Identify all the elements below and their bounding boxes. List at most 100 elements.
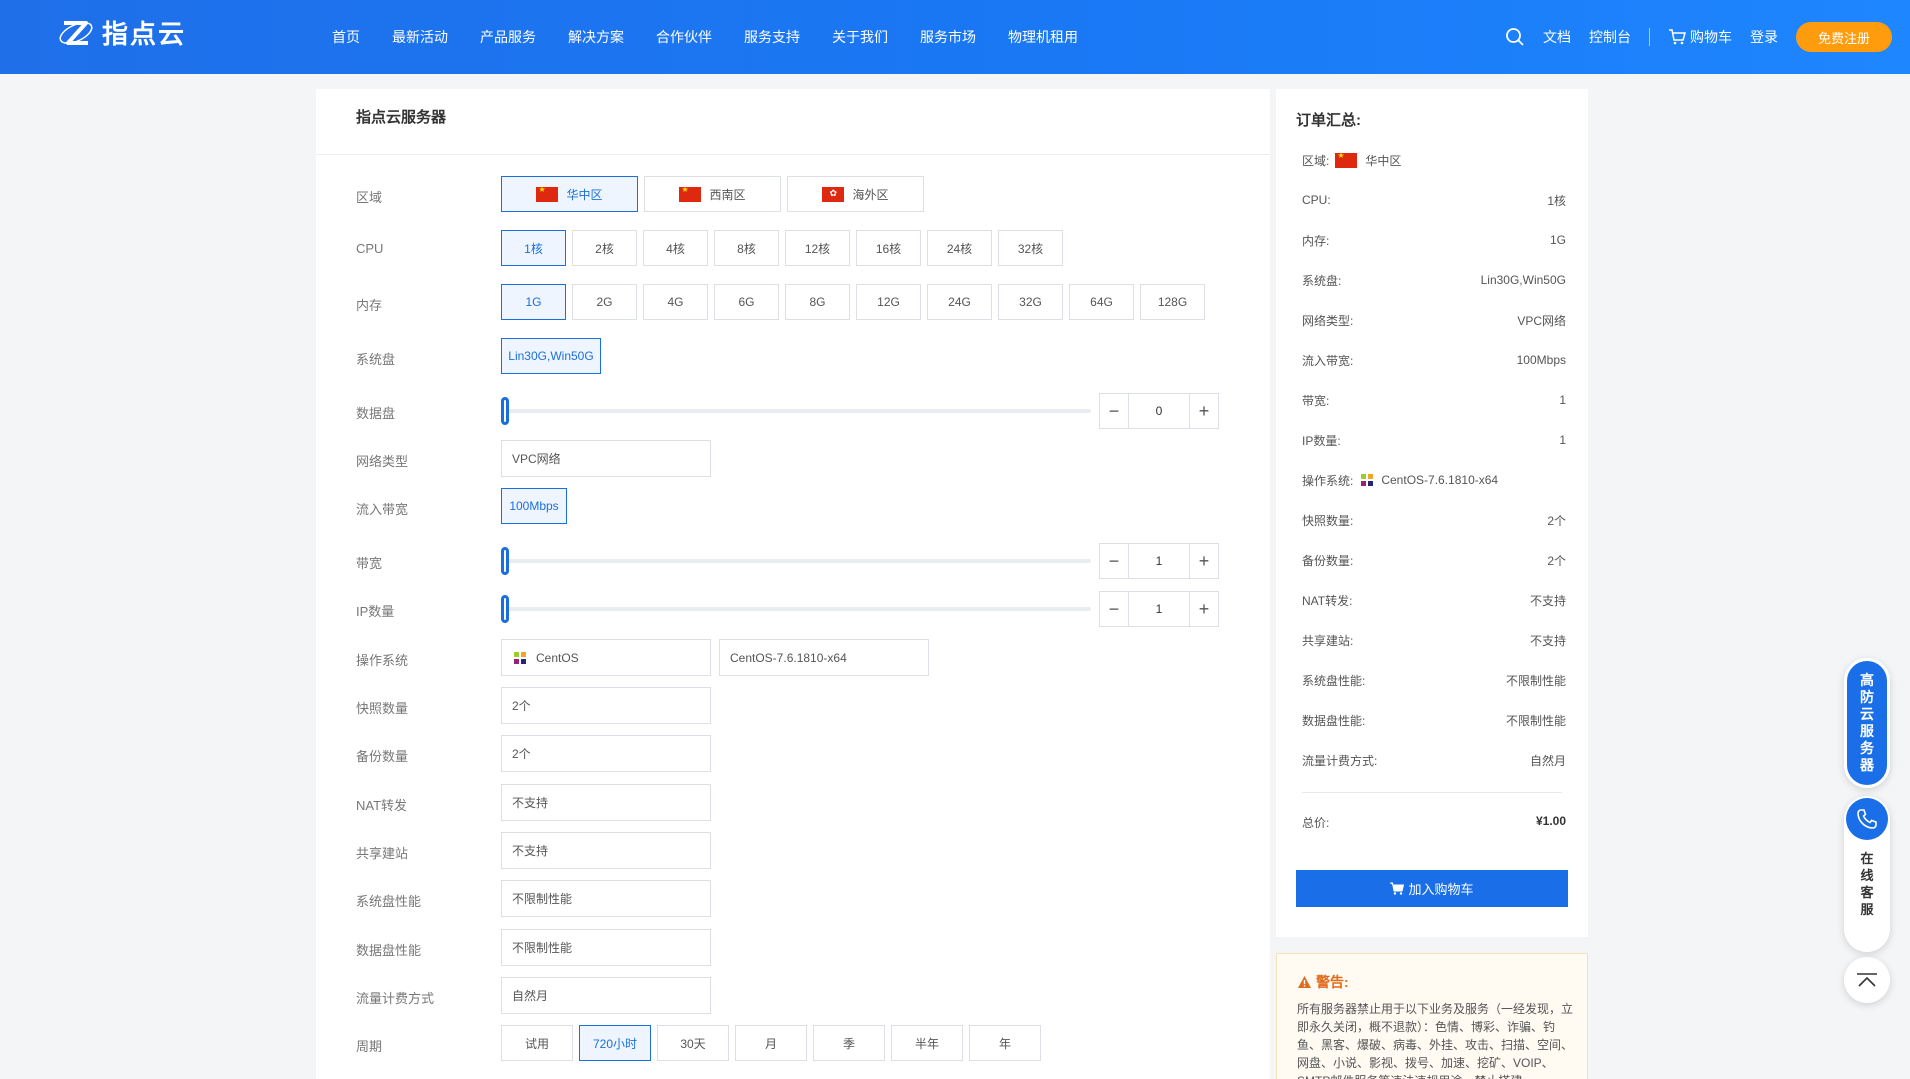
bandwidth-slider-handle[interactable]	[501, 547, 509, 575]
system-disk-label: 系统盘	[356, 352, 396, 367]
shared-site-field[interactable]: 不支持	[501, 832, 711, 869]
memory-option[interactable]: 64G	[1069, 284, 1134, 320]
inbound-bandwidth-row: 流入带宽 100Mbps	[316, 488, 1270, 526]
memory-option[interactable]: 2G	[572, 284, 637, 320]
memory-option[interactable]: 24G	[927, 284, 992, 320]
cpu-option[interactable]: 4核	[643, 230, 708, 266]
bandwidth-slider-track[interactable]	[501, 559, 1091, 563]
memory-option[interactable]: 32G	[998, 284, 1063, 320]
ddos-server-float-button[interactable]: 高防云服务器	[1844, 658, 1890, 788]
data-disk-increment-button[interactable]: +	[1189, 394, 1218, 428]
online-service-float-button[interactable]: 在线客服	[1844, 796, 1890, 952]
snapshot-field[interactable]: 2个	[501, 687, 711, 724]
add-to-cart-button[interactable]: 加入购物车	[1296, 870, 1568, 907]
summary-row: 共享建站: 不支持	[1302, 633, 1566, 648]
logo-text: 指点云	[102, 19, 187, 49]
summary-row: 数据盘性能: 不限制性能	[1302, 713, 1566, 728]
cpu-option[interactable]: 16核	[856, 230, 921, 266]
nav-latest-activity[interactable]: 最新活动	[392, 27, 448, 47]
period-option[interactable]: 试用	[501, 1025, 573, 1061]
traffic-billing-field[interactable]: 自然月	[501, 977, 711, 1014]
region-option-overseas[interactable]: 海外区	[787, 176, 924, 212]
cart-link[interactable]: 购物车	[1668, 27, 1732, 47]
ip-slider-track[interactable]	[501, 607, 1091, 611]
logo[interactable]: 指点云	[58, 14, 186, 51]
cart-icon	[1390, 882, 1405, 895]
region-option-central[interactable]: 华中区	[501, 176, 638, 212]
cpu-option[interactable]: 32核	[998, 230, 1063, 266]
cpu-option[interactable]: 2核	[572, 230, 637, 266]
back-to-top-button[interactable]	[1844, 957, 1890, 1003]
data-disk-slider-handle[interactable]	[501, 397, 509, 425]
network-type-field[interactable]: VPC网络	[501, 440, 711, 477]
bandwidth-increment-button[interactable]: +	[1189, 544, 1218, 578]
backup-field[interactable]: 2个	[501, 735, 711, 772]
nav-about[interactable]: 关于我们	[832, 27, 888, 47]
period-option[interactable]: 720小时	[579, 1025, 651, 1061]
ip-decrement-button[interactable]: −	[1100, 592, 1129, 626]
cpu-option[interactable]: 24核	[927, 230, 992, 266]
nav-solutions[interactable]: 解决方案	[568, 27, 624, 47]
nav-partners[interactable]: 合作伙伴	[656, 27, 712, 47]
memory-option[interactable]: 6G	[714, 284, 779, 320]
online-service-label: 在线客服	[1860, 851, 1874, 917]
datadisk-perf-field[interactable]: 不限制性能	[501, 929, 711, 966]
nav-products[interactable]: 产品服务	[480, 27, 536, 47]
memory-option[interactable]: 128G	[1140, 284, 1205, 320]
summary-row: 系统盘: Lin30G,Win50G	[1302, 273, 1566, 288]
data-disk-value[interactable]: 0	[1129, 394, 1189, 428]
memory-option[interactable]: 1G	[501, 284, 566, 320]
search-icon[interactable]	[1505, 27, 1525, 47]
period-options: 试用 720小时 30天 月 季 半年 年	[501, 1025, 1047, 1061]
region-option-southwest[interactable]: 西南区	[644, 176, 781, 212]
login-link[interactable]: 登录	[1750, 27, 1778, 47]
summary-os-row: 操作系统: CentOS-7.6.1810-x64	[1302, 470, 1566, 490]
os-select[interactable]: CentOS	[501, 639, 711, 676]
register-button[interactable]: 免费注册	[1796, 22, 1892, 52]
ip-value[interactable]: 1	[1129, 592, 1189, 626]
hongkong-flag-icon	[822, 186, 845, 202]
cpu-label: CPU	[356, 241, 384, 256]
ip-increment-button[interactable]: +	[1189, 592, 1218, 626]
period-option[interactable]: 半年	[891, 1025, 963, 1061]
summary-os-value: CentOS-7.6.1810-x64	[1381, 473, 1499, 487]
period-option[interactable]: 30天	[657, 1025, 729, 1061]
os-version-select[interactable]: CentOS-7.6.1810-x64	[719, 639, 929, 676]
console-link[interactable]: 控制台	[1589, 27, 1631, 47]
sysdisk-perf-field[interactable]: 不限制性能	[501, 880, 711, 917]
period-option[interactable]: 季	[813, 1025, 885, 1061]
memory-option[interactable]: 8G	[785, 284, 850, 320]
memory-option[interactable]: 4G	[643, 284, 708, 320]
arrow-up-icon	[1857, 973, 1877, 987]
docs-link[interactable]: 文档	[1543, 27, 1571, 47]
data-disk-slider-track[interactable]	[501, 409, 1091, 413]
ip-slider-handle[interactable]	[501, 595, 509, 623]
ip-count-row: IP数量 − 1 +	[316, 590, 1270, 628]
period-option[interactable]: 月	[735, 1025, 807, 1061]
os-row: 操作系统 CentOS CentOS-7.6.1810-x64	[316, 639, 1270, 677]
summary-region-row: 区域: 华中区	[1302, 150, 1566, 170]
bandwidth-row: 带宽 − 1 +	[316, 542, 1270, 580]
nav-support[interactable]: 服务支持	[744, 27, 800, 47]
nav-home[interactable]: 首页	[332, 27, 360, 47]
summary-row: 系统盘性能: 不限制性能	[1302, 673, 1566, 688]
bandwidth-decrement-button[interactable]: −	[1100, 544, 1129, 578]
memory-option[interactable]: 12G	[856, 284, 921, 320]
cpu-option[interactable]: 12核	[785, 230, 850, 266]
nav-market[interactable]: 服务市场	[920, 27, 976, 47]
system-disk-option[interactable]: Lin30G,Win50G	[501, 338, 601, 374]
page-title: 指点云服务器	[316, 89, 1270, 155]
period-label: 周期	[356, 1039, 383, 1054]
data-disk-decrement-button[interactable]: −	[1100, 394, 1129, 428]
cpu-option[interactable]: 8核	[714, 230, 779, 266]
cpu-option[interactable]: 1核	[501, 230, 566, 266]
summary-region-value: 华中区	[1365, 153, 1402, 168]
datadisk-perf-label: 数据盘性能	[356, 943, 422, 958]
inbound-bandwidth-option[interactable]: 100Mbps	[501, 488, 567, 524]
data-disk-row: 数据盘 − 0 +	[316, 392, 1270, 430]
network-type-row: 网络类型 VPC网络	[316, 440, 1270, 478]
period-option[interactable]: 年	[969, 1025, 1041, 1061]
bandwidth-value[interactable]: 1	[1129, 544, 1189, 578]
nav-physical-rental[interactable]: 物理机租用	[1008, 27, 1078, 47]
nat-field[interactable]: 不支持	[501, 784, 711, 821]
